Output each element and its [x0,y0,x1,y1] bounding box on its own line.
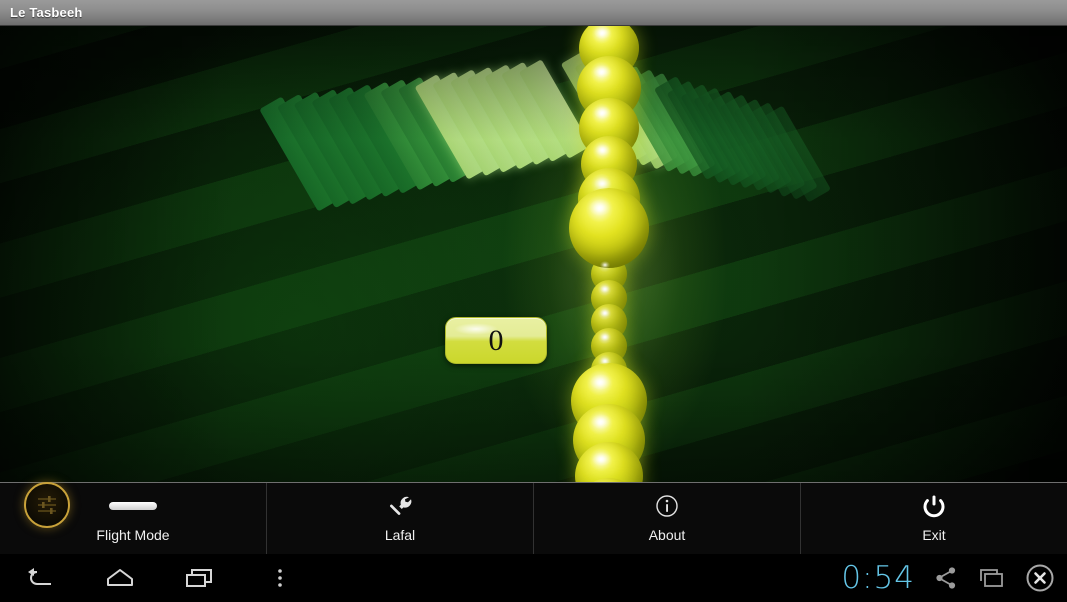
wrench-icon [387,494,413,518]
menu-item-lafal[interactable]: Lafal [267,483,534,554]
counter-display[interactable]: 0 [445,317,547,364]
home-icon[interactable] [80,554,160,602]
counter-value: 0 [488,323,504,357]
menu-item-about[interactable]: About [534,483,801,554]
share-icon[interactable] [933,565,959,591]
game-stage[interactable]: 0 [0,26,1067,482]
back-arrow-icon[interactable] [0,554,80,602]
title-bar: Le Tasbeeh [0,0,1067,26]
equalizer-glyph [38,496,56,514]
power-icon [922,494,946,518]
android-nav-bar: 0:54 [0,554,1067,602]
menu-item-label: Lafal [384,527,416,543]
menu-item-label: Flight Mode [96,527,170,543]
window-title: Le Tasbeeh [10,5,83,20]
app-window: Le Tasbeeh 0 Flight Mode Lafal About Exi… [0,0,1067,602]
overflow-menu-icon[interactable] [240,554,320,602]
menu-item-exit[interactable]: Exit [801,483,1067,554]
recent-apps-icon[interactable] [160,554,240,602]
menu-item-label: About [648,527,686,543]
menu-item-label: Exit [922,527,946,543]
close-circle-icon[interactable] [1025,563,1055,593]
window-restore-icon[interactable] [977,565,1007,591]
background-vignette [0,26,1067,482]
bottom-menu-bar: Flight Mode Lafal About Exit [0,482,1067,554]
equalizer-icon[interactable] [24,482,70,528]
flight-mode-bar-icon [109,494,157,518]
status-clock: 0:54 [841,560,915,596]
info-icon [655,494,679,518]
bead[interactable] [569,188,649,268]
